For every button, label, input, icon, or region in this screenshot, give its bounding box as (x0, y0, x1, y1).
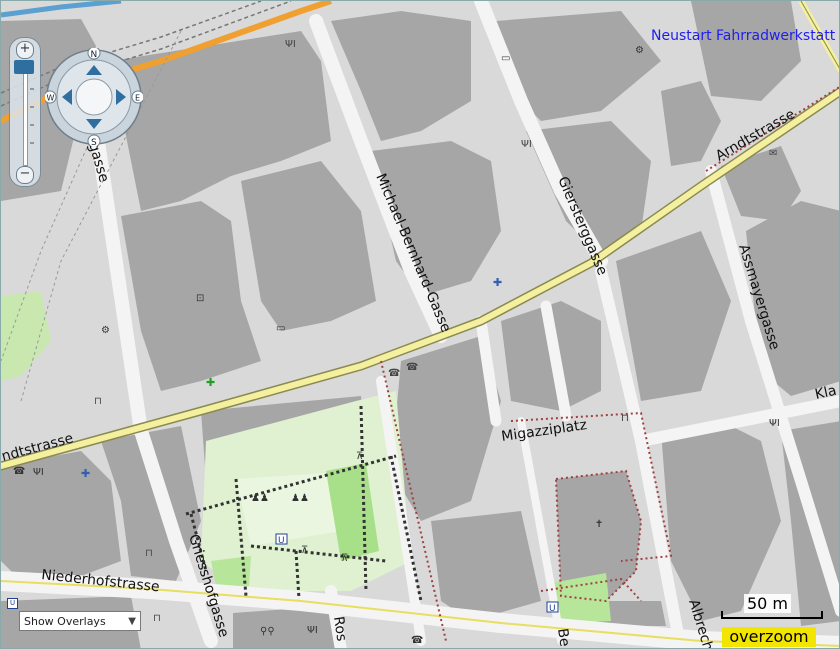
bench-icon[interactable]: ⊓ (153, 613, 161, 624)
compass-control: N S W E (45, 48, 143, 146)
restaurant-icon[interactable]: ΨΙ (307, 625, 318, 636)
zoom-in-button[interactable]: + (16, 41, 34, 59)
scale-bar-line (721, 611, 823, 619)
overlay-select-value: Show Overlays (24, 615, 106, 628)
zoom-slider-track[interactable] (23, 64, 28, 166)
telephone-icon[interactable]: ☎ (13, 466, 25, 477)
shelter-icon[interactable]: ⊓ (621, 413, 629, 424)
zoom-out-button[interactable]: − (16, 166, 34, 184)
restaurant-icon[interactable]: ΨΙ (769, 418, 780, 429)
bench-icon[interactable]: ⊓ (94, 396, 102, 407)
restaurant-icon[interactable]: ΨΙ (33, 467, 44, 478)
compass-west-label: W (47, 94, 55, 103)
telephone-icon[interactable]: ☎ (411, 635, 423, 646)
picnic-icon[interactable]: ⊼ (356, 451, 363, 462)
street-label-be: Be (554, 627, 572, 647)
poi-label-fahrradwerkstatt[interactable]: Neustart Fahrradwerkstatt (651, 28, 835, 44)
telephone-icon[interactable]: ☎ (406, 362, 418, 373)
church-icon[interactable]: ✝ (595, 519, 603, 530)
subway-icon-label: U (549, 604, 556, 614)
zoom-control: + − (9, 37, 41, 187)
picnic-icon[interactable]: ⊼ (301, 545, 308, 556)
shelter-icon[interactable]: ⊡ (196, 293, 204, 304)
zoom-tick (30, 142, 34, 144)
restaurant-icon[interactable]: ΨΙ (285, 39, 296, 50)
hospital-icon[interactable]: ✚ (493, 276, 502, 289)
parking-icon[interactable]: ▭ (276, 323, 285, 334)
restaurant-icon[interactable]: ΨΙ (521, 139, 532, 150)
scale-bar: 50 m (717, 593, 823, 621)
compass-center-button[interactable] (75, 78, 113, 116)
compass-south-label: S (91, 138, 97, 146)
chevron-down-icon: ▼ (128, 616, 136, 627)
zoom-tick (30, 106, 34, 108)
map-view[interactable]: ΨΙ ▭ ΨΙ ✚ ✚ ✉ ☎ ☎ ⊓ ⊓ ⊓ ✝ ⚲⚲ ⚙ ⚙ ▭ ⊡ ☎ Ψ… (0, 0, 840, 649)
post-icon[interactable]: ✉ (769, 148, 777, 159)
compass-north-label: N (91, 50, 98, 60)
playground-icon[interactable]: ♟♟ (291, 493, 309, 504)
hospital-icon[interactable]: ✚ (81, 467, 90, 480)
overlay-select[interactable]: Show Overlays ▼ (19, 611, 141, 631)
overzoom-badge: overzoom (722, 627, 816, 647)
compass-east-label: E (135, 94, 140, 103)
subway-icon-label: U (278, 536, 285, 546)
bicycle-shop-icon[interactable]: ⚙ (635, 45, 644, 56)
subway-icon: U (7, 598, 18, 609)
picnic-icon[interactable]: ⊼ (341, 553, 348, 564)
zoom-slider-thumb[interactable] (14, 60, 34, 74)
pharmacy-icon[interactable]: ✚ (206, 376, 215, 389)
zoom-tick (30, 88, 34, 90)
parking-icon[interactable]: ▭ (501, 53, 510, 64)
bicycle-shop-icon[interactable]: ⚙ (101, 325, 110, 336)
bench-icon[interactable]: ⊓ (145, 548, 153, 559)
zoom-tick (30, 124, 34, 126)
playground-icon[interactable]: ♟♟ (251, 493, 269, 504)
telephone-icon[interactable]: ☎ (388, 368, 400, 379)
toilets-icon[interactable]: ⚲⚲ (260, 626, 275, 637)
